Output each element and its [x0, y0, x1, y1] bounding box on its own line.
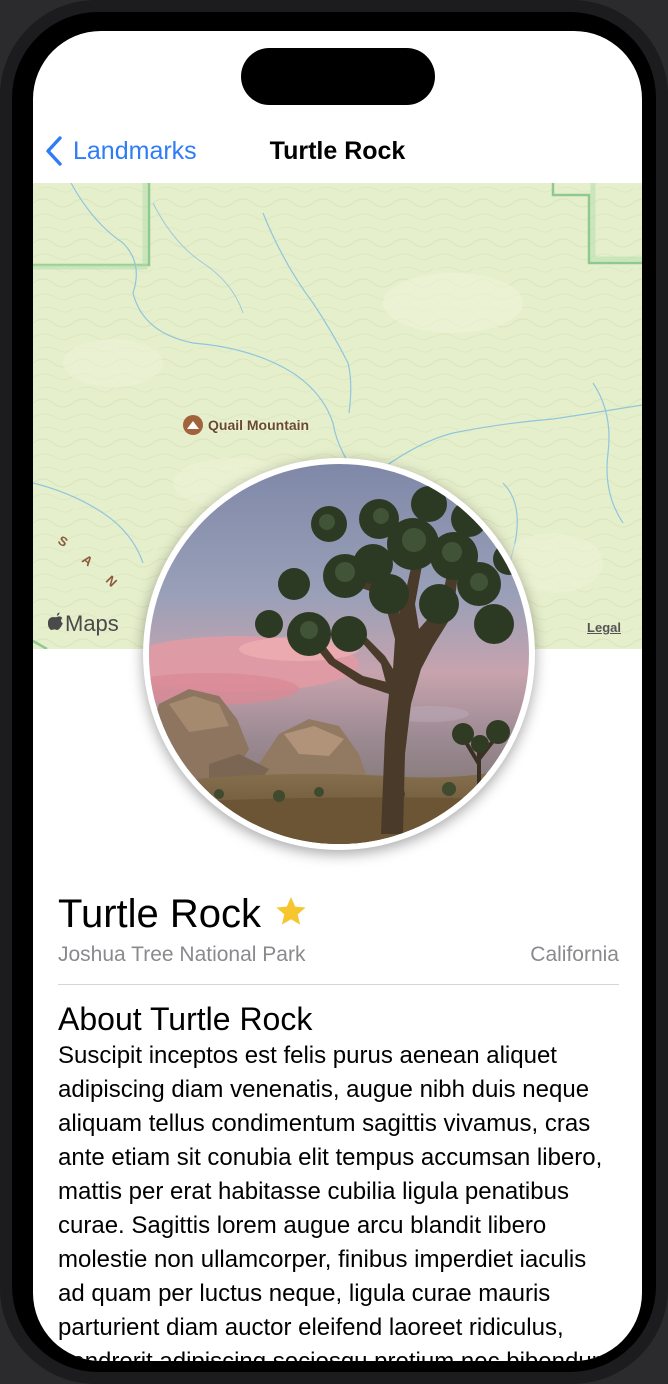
joshua-tree-illustration	[149, 464, 529, 844]
about-heading: About Turtle Rock	[58, 1001, 313, 1037]
about-body: Suscipit inceptos est felis purus aenean…	[58, 1042, 618, 1361]
screen: Landmarks Turtle Rock Quail Mountain S A…	[33, 31, 642, 1361]
state-name: California	[530, 943, 619, 966]
range-letter: S	[56, 533, 71, 550]
map-poi[interactable]: Quail Mountain	[183, 415, 309, 435]
mountain-icon	[183, 415, 203, 435]
navigation-bar: Landmarks Turtle Rock	[33, 123, 642, 183]
apple-logo-icon	[47, 612, 64, 637]
landmark-photo-image	[149, 464, 529, 844]
maps-brand-label: Maps	[65, 611, 119, 636]
landmark-details: Turtle Rock Joshua Tree National Park Ca…	[58, 889, 619, 1361]
landmark-photo	[143, 458, 535, 850]
divider	[58, 984, 619, 985]
poi-label: Quail Mountain	[208, 417, 310, 433]
range-letter: A	[79, 552, 96, 570]
title-row: Turtle Rock	[58, 889, 619, 939]
location-row: Joshua Tree National Park California	[58, 943, 619, 967]
range-letter: N	[103, 573, 120, 590]
nav-title: Turtle Rock	[269, 137, 406, 165]
phone-bezel: Landmarks Turtle Rock Quail Mountain S A…	[12, 12, 656, 1372]
dynamic-island	[241, 48, 435, 105]
star-icon[interactable]	[275, 896, 307, 932]
park-name: Joshua Tree National Park	[58, 943, 306, 966]
landmark-title: Turtle Rock	[58, 891, 262, 936]
legal-link[interactable]: Legal	[587, 620, 621, 635]
phone-frame: Landmarks Turtle Rock Quail Mountain S A…	[0, 0, 668, 1384]
apple-maps-logo: Maps	[47, 611, 119, 637]
